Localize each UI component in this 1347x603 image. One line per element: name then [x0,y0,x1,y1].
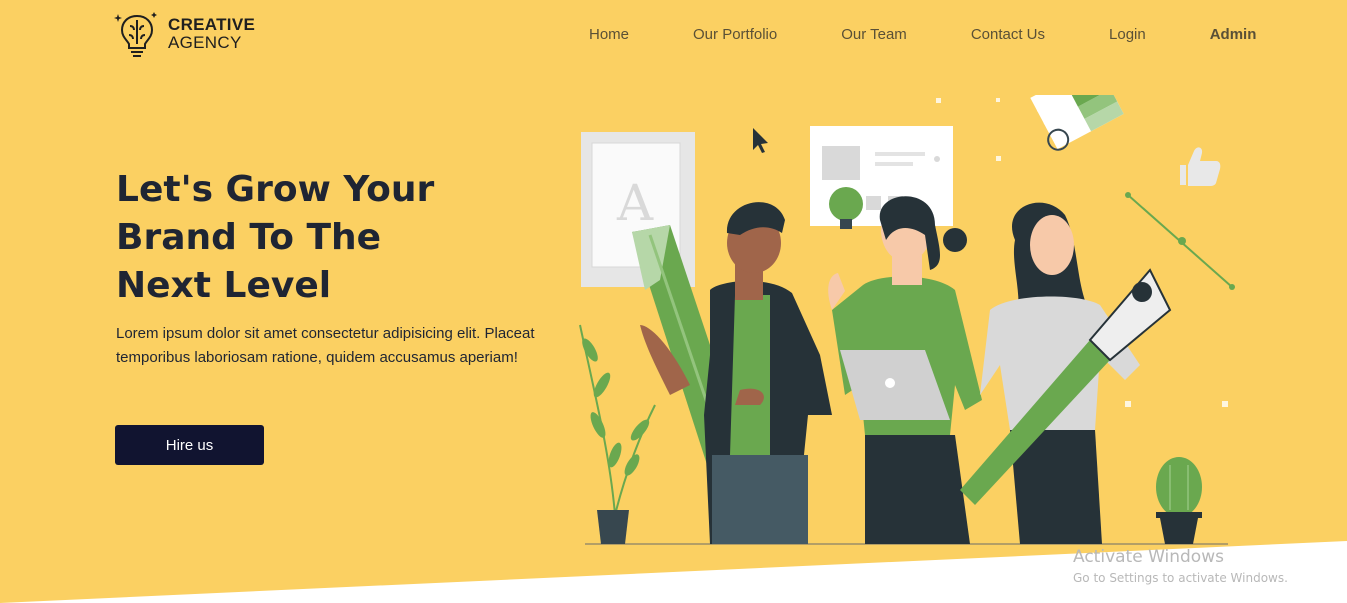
lightbulb-brain-icon [114,12,157,57]
brand-line1: CREATIVE [168,15,256,35]
woman-figure-with-pen [960,202,1172,544]
brand-logo[interactable]: CREATIVE AGENCY [114,10,255,58]
pen-tool-icon [1125,192,1235,290]
nav-our-portfolio[interactable]: Our Portfolio [693,26,777,43]
watermark-title: Activate Windows [1073,547,1224,567]
hero-title-line: Next Level [116,265,332,306]
cursor-icon [753,128,768,153]
hero-title-line: Let's Grow Your [116,169,435,210]
hero-title-line: Brand To The [116,217,382,258]
brand-line2: AGENCY [168,33,242,52]
hero-title: Let's Grow Your Brand To The Next Level [116,166,536,310]
nav-admin[interactable]: Admin [1210,26,1257,43]
main-nav: Home Our Portfolio Our Team Contact Us L… [589,26,1256,43]
cactus-icon [1156,457,1202,544]
hire-us-button[interactable]: Hire us [115,425,264,465]
woman-figure-with-laptop [828,196,982,544]
nav-home[interactable]: Home [589,26,629,43]
nav-our-team[interactable]: Our Team [841,26,907,43]
svg-text:A: A [616,174,654,232]
watermark-subtitle: Go to Settings to activate Windows. [1073,571,1288,585]
nav-contact-us[interactable]: Contact Us [971,26,1045,43]
color-swatch-icon [1030,95,1124,151]
plant-icon [579,324,656,544]
nav-login[interactable]: Login [1109,26,1146,43]
thumbs-up-icon [1180,147,1221,186]
brand-name: CREATIVE AGENCY [168,16,255,52]
hero-illustration: A [579,95,1235,545]
hero-description: Lorem ipsum dolor sit amet consectetur a… [116,325,535,366]
windows-activation-watermark: Activate Windows Go to Settings to activ… [1073,547,1288,585]
